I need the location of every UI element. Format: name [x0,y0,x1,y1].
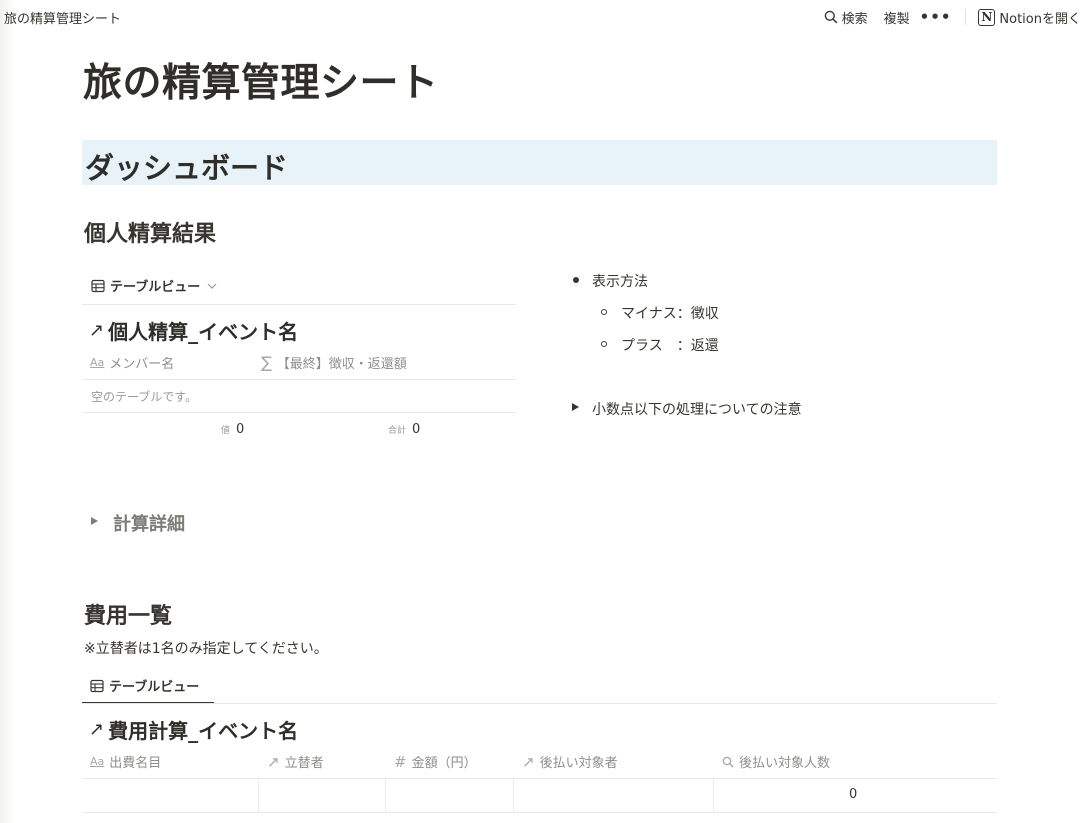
formula-icon: ∑ [261,353,272,372]
more-icon[interactable]: ••• [920,9,952,25]
sub-bullet-minus: マイナス：徴収 [621,306,719,322]
linked-arrow-icon: ↗ [89,320,105,341]
expenses-db-title[interactable]: ↗ 費用計算_イベント名 [89,715,298,744]
column-label: メンバー名 [109,357,175,372]
calc-value: 0 [412,422,421,437]
column-divider [385,779,386,812]
expenses-view-tab[interactable]: テーブルビュー [90,676,199,695]
column-header-payer[interactable]: ↗ 立替者 [267,752,324,772]
open-in-notion-button[interactable]: N Notionを開く [974,8,1085,27]
decimal-note-toggle[interactable]: 小数点以下の処理についての注意 [592,399,802,419]
toggle-triangle-icon[interactable] [91,517,98,525]
page-title: 旅の精算管理シート [83,61,439,106]
column-header-amount[interactable]: # 金額（円） [394,752,477,772]
expenses-heading: 費用一覧 [84,604,173,629]
empty-table-text: 空のテーブルです。 [91,390,198,404]
column-header-deferred-count[interactable]: 後払い対象人数 [722,752,830,771]
calc-value: 0 [236,422,245,437]
sub-bullet-plus: プラス ：返還 [621,338,719,354]
calc-label: 合計 [388,426,407,436]
topbar-actions: 検索 複製 ••• N Notionを開く [820,6,1085,28]
search-label: 検索 [841,11,868,27]
calc-label: 値 [221,426,231,436]
text-property-icon: Aa [90,356,105,369]
topbar-divider [965,9,967,25]
expenses-row-divider [82,812,997,813]
duplicate-button[interactable]: 複製 [880,8,914,27]
column-label: 後払い対象者 [539,756,618,771]
rollup-search-icon [722,756,734,767]
personal-tab-divider [82,304,516,305]
column-label: 出費名目 [109,756,162,771]
expenses-db-title-text: 費用計算_イベント名 [108,719,299,743]
open-in-notion-label: Notionを開く [999,11,1081,27]
table-icon [91,279,105,292]
column-header-member[interactable]: Aa メンバー名 [90,353,174,372]
expenses-view-tab-label: テーブルビュー [109,680,200,695]
duplicate-label: 複製 [883,11,910,27]
table-icon [90,679,104,692]
column-header-deferred-payers[interactable]: ↗ 後払い対象者 [522,752,618,772]
personal-db-title-text: 個人精算_イベント名 [108,320,299,344]
column-label: 【最終】徴収・返還額 [276,357,407,372]
dashboard-heading: ダッシュボード [85,151,289,185]
dashboard-heading-block: ダッシュボード [82,140,997,185]
relation-icon: ↗ [267,752,280,771]
bullet-circle-icon [601,309,607,315]
column-divider [713,779,714,812]
personal-body-divider [82,412,516,413]
personal-heading: 個人精算結果 [84,222,217,247]
calculation-count[interactable]: 値 0 [221,422,244,437]
personal-view-tab-label: テーブルビュー [110,280,201,295]
search-button[interactable]: 検索 [820,8,872,27]
topbar: 旅の精算管理シート 検索 複製 ••• N Notionを開く [0,0,1091,34]
expenses-header-divider [82,778,997,779]
linked-arrow-icon: ↗ [89,719,105,740]
number-property-icon: # [394,752,407,771]
notion-logo-icon: N [978,8,996,26]
column-divider [258,779,259,812]
column-label: 立替者 [284,756,324,771]
chevron-down-icon[interactable] [206,280,218,292]
column-label: 金額（円） [411,756,477,771]
text-property-icon: Aa [90,755,105,768]
calc-detail-toggle[interactable]: 計算詳細 [113,510,185,536]
deferred-count-cell[interactable]: 0 [849,787,857,802]
bullet-circle-icon [601,341,607,347]
relation-icon: ↗ [522,752,535,771]
column-header-expense-item[interactable]: Aa 出費名目 [90,752,161,771]
expenses-tab-divider [82,703,997,704]
breadcrumb[interactable]: 旅の精算管理シート [4,8,121,27]
personal-view-tab[interactable]: テーブルビュー [91,276,218,295]
column-label: 後払い対象人数 [739,756,831,771]
expenses-note: ※立替者は1名のみ指定してください。 [84,641,328,657]
personal-header-divider [82,379,516,380]
column-header-final-amount[interactable]: ∑ 【最終】徴収・返還額 [261,353,407,372]
display-method-bullet: 表示方法 [592,274,648,290]
column-divider [513,779,514,812]
sidebar-edge [0,0,14,823]
personal-db-title[interactable]: ↗ 個人精算_イベント名 [89,316,298,345]
calculation-sum[interactable]: 合計 0 [388,422,420,437]
bullet-dot-icon [573,277,579,283]
toggle-triangle-icon[interactable] [572,403,579,411]
search-icon [824,10,837,24]
